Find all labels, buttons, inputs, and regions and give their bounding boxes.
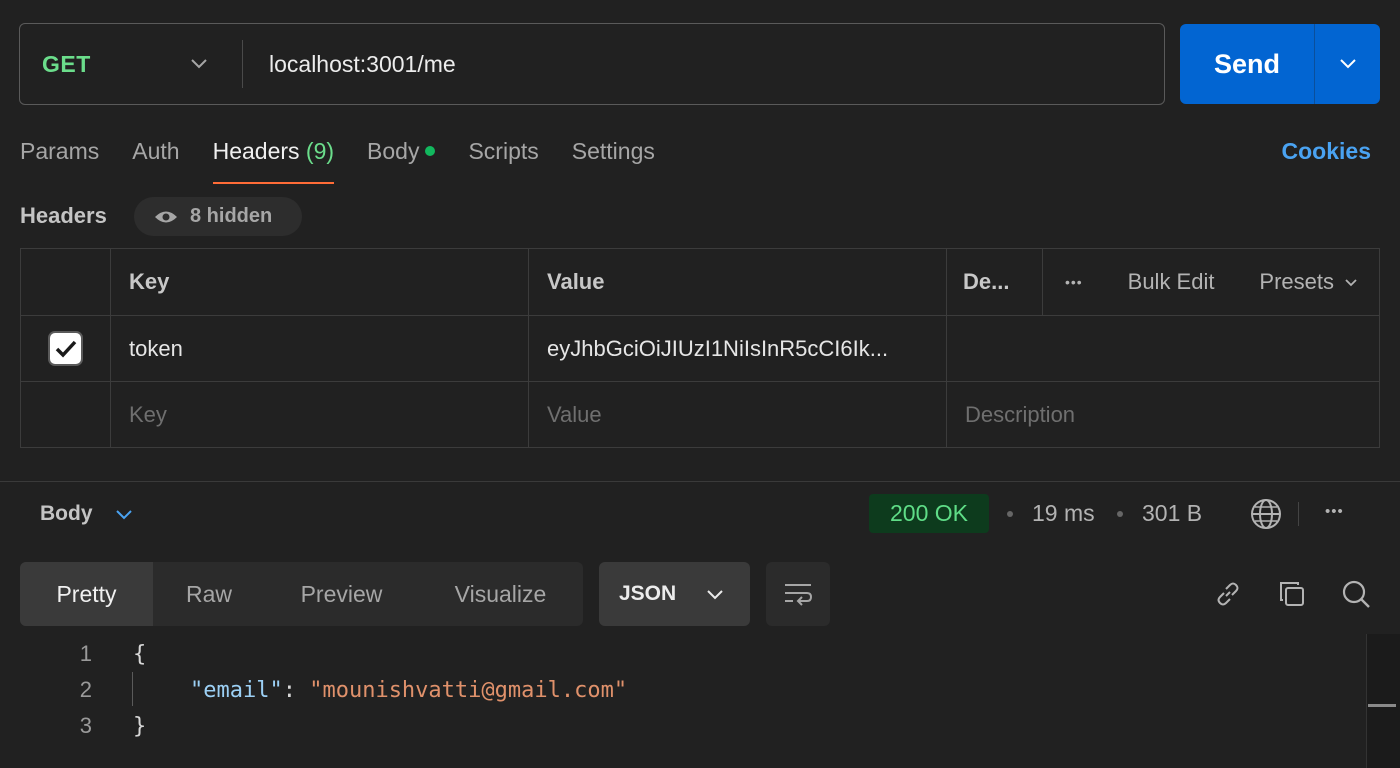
check-icon (55, 340, 76, 358)
chevron-down-icon (707, 589, 723, 599)
column-key: Key (111, 249, 529, 315)
tab-label: Params (20, 138, 100, 164)
response-divider (0, 481, 1400, 482)
json-entry: "email": "mounishvatti@gmail.com" (190, 678, 627, 703)
line-number: 1 (79, 641, 92, 666)
table-row: Key Value Description (21, 382, 1379, 448)
json-colon: : (282, 677, 310, 703)
response-body-select[interactable]: Body (40, 502, 133, 526)
tab-label: Auth (132, 138, 180, 164)
table-row: token eyJhbGciOiJIUzI1NiIsInR5cCI6Ik... (21, 316, 1379, 382)
table-actions: ••• Bulk Edit Presets (1043, 249, 1380, 315)
header-key-cell[interactable]: token (111, 316, 529, 381)
tab-settings[interactable]: Settings (572, 128, 655, 184)
view-tab-pretty[interactable]: Pretty (20, 562, 153, 626)
view-tab-raw[interactable]: Raw (153, 562, 265, 626)
chevron-down-icon (115, 509, 132, 519)
meta-separator (1117, 511, 1123, 517)
toolbar-divider (1298, 502, 1299, 526)
tab-scripts[interactable]: Scripts (468, 128, 538, 184)
tab-auth[interactable]: Auth (132, 128, 179, 184)
view-tab-preview[interactable]: Preview (265, 562, 418, 626)
headers-title: Headers (20, 203, 107, 228)
view-tab-visualize[interactable]: Visualize (418, 562, 583, 626)
indent-guide (132, 672, 133, 706)
status-badge[interactable]: 200 OK (869, 494, 989, 533)
row-check-cell (21, 316, 111, 381)
presets-button[interactable]: Presets (1259, 269, 1358, 295)
format-label: JSON (619, 582, 677, 605)
new-description-input[interactable]: Description (947, 382, 1380, 448)
line-number: 3 (79, 713, 92, 738)
json-brace: { (133, 641, 147, 667)
tab-label: Headers (212, 138, 300, 164)
body-indicator-dot (425, 145, 436, 156)
url-input[interactable] (243, 24, 1164, 104)
tab-label: Settings (571, 138, 655, 164)
globe-icon (1251, 499, 1281, 529)
copy-icon (1280, 582, 1304, 606)
header-check-column (21, 249, 111, 315)
copy-response-button[interactable] (1275, 577, 1309, 611)
url-bar: GET (19, 23, 1165, 105)
eye-icon (155, 211, 177, 222)
tab-label: Body (367, 138, 420, 164)
send-button-group: Send (1180, 24, 1380, 104)
response-size[interactable]: 301 B (1142, 500, 1202, 527)
response-more-button[interactable]: ••• (1325, 503, 1344, 520)
copy-link-button[interactable] (1211, 577, 1245, 611)
headers-table: Key Value De... ••• Bulk Edit Presets to… (20, 248, 1380, 448)
response-time[interactable]: 19 ms (1032, 500, 1095, 527)
meta-separator (1007, 511, 1013, 517)
network-info-button[interactable] (1249, 497, 1283, 531)
method-select[interactable]: GET (20, 24, 242, 104)
new-key-input[interactable]: Key (111, 382, 529, 448)
header-enabled-checkbox[interactable] (48, 331, 83, 366)
tab-params[interactable]: Params (20, 128, 99, 184)
new-value-input[interactable]: Value (529, 382, 947, 448)
bulk-edit-button[interactable]: Bulk Edit (1128, 269, 1215, 295)
header-description-cell[interactable] (947, 316, 1380, 381)
wrap-icon (785, 584, 813, 606)
hidden-headers-toggle[interactable]: 8 hidden (134, 197, 302, 236)
search-response-button[interactable] (1339, 577, 1373, 611)
chevron-down-icon (191, 59, 207, 69)
hidden-count-label: 8 hidden (190, 205, 273, 227)
row-check-cell (21, 382, 111, 448)
line-number: 2 (79, 677, 92, 702)
method-label: GET (42, 50, 91, 77)
wrap-lines-button[interactable] (766, 562, 830, 626)
more-options-button[interactable]: ••• (1065, 274, 1083, 290)
tab-count: (9) (305, 138, 335, 164)
json-value: "mounishvatti@gmail.com" (309, 677, 628, 703)
send-options-button[interactable] (1315, 24, 1380, 104)
request-tabs: Params Auth Headers (9) Body Scripts Set… (20, 128, 688, 184)
response-body-label: Body (40, 502, 93, 525)
format-select[interactable]: JSON (599, 562, 750, 626)
tab-label: Scripts (468, 138, 539, 164)
link-icon (1217, 582, 1239, 606)
header-value-cell[interactable]: eyJhbGciOiJIUzI1NiIsInR5cCI6Ik... (529, 316, 947, 381)
cookies-link[interactable]: Cookies (1282, 138, 1371, 165)
json-key: "email" (190, 677, 283, 703)
column-description: De... (947, 249, 1043, 315)
code-scrollbar[interactable] (1366, 634, 1400, 768)
tab-headers[interactable]: Headers (9) (212, 128, 335, 184)
chevron-down-icon (1345, 278, 1357, 286)
table-header-row: Key Value De... ••• Bulk Edit Presets (21, 249, 1379, 316)
presets-label: Presets (1259, 269, 1334, 294)
json-brace: } (133, 713, 147, 739)
chevron-down-icon (1339, 59, 1356, 69)
scrollbar-marker (1368, 704, 1396, 707)
search-icon (1342, 580, 1370, 608)
send-button[interactable]: Send (1180, 24, 1314, 104)
response-view-tabs: Pretty Raw Preview Visualize (20, 562, 583, 626)
tab-body[interactable]: Body (367, 128, 436, 184)
column-value: Value (529, 249, 947, 315)
